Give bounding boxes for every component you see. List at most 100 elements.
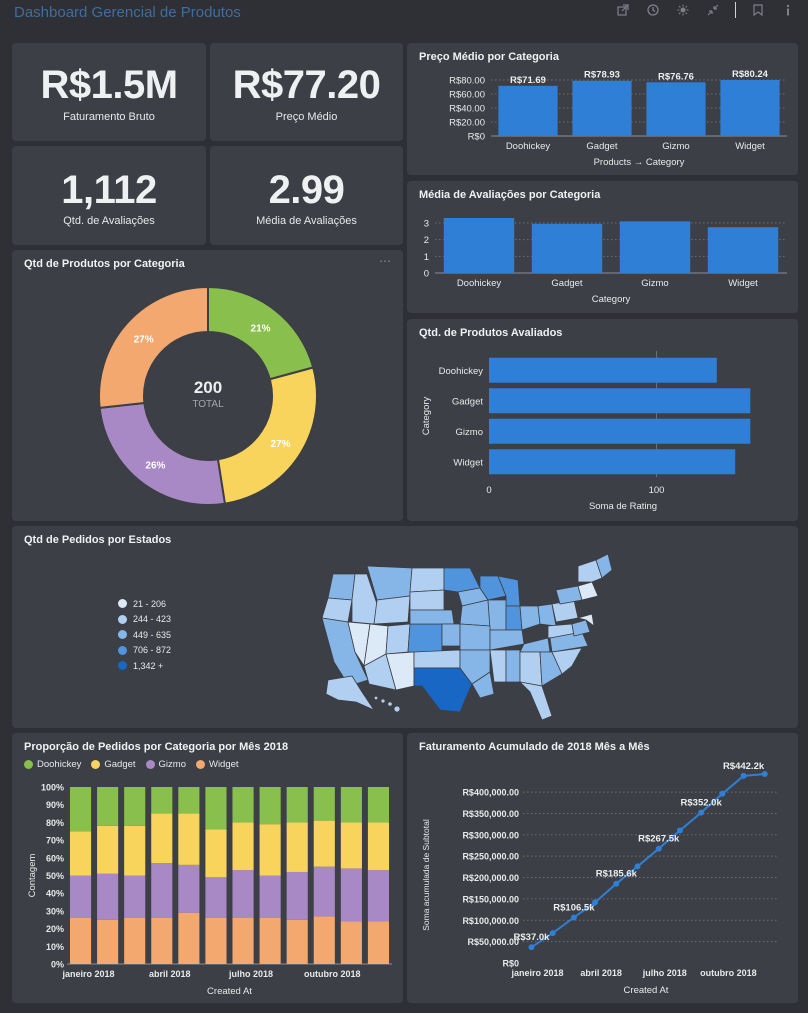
state-shape[interactable] <box>373 695 379 701</box>
state-shape[interactable] <box>443 567 481 593</box>
state-shape[interactable] <box>505 649 521 683</box>
state-shape[interactable] <box>487 599 507 631</box>
state-shape[interactable] <box>409 589 445 611</box>
bar-widget[interactable] <box>489 449 736 475</box>
stacked-segment-gadget[interactable] <box>286 822 308 872</box>
stacked-segment-gadget[interactable] <box>340 822 362 869</box>
state-shape[interactable] <box>385 623 411 655</box>
line-point[interactable] <box>655 845 662 852</box>
stacked-segment-gadget[interactable] <box>232 822 254 871</box>
stacked-segment-gadget[interactable] <box>124 825 146 876</box>
stacked-segment-widget[interactable] <box>178 912 200 964</box>
donut-slice-gizmo[interactable] <box>98 401 227 506</box>
collapse-icon[interactable] <box>705 2 721 18</box>
stacked-segment-doohickey[interactable] <box>151 787 173 814</box>
donut-slice-gadget[interactable] <box>216 366 318 505</box>
line-point[interactable] <box>570 914 577 921</box>
stacked-segment-doohickey[interactable] <box>205 787 227 830</box>
theme-icon[interactable] <box>675 2 691 18</box>
stacked-chart-card[interactable]: Proporção de Pedidos por Categoria por M… <box>12 733 403 1003</box>
line-point[interactable] <box>698 809 705 816</box>
stacked-segment-doohickey[interactable] <box>124 787 146 826</box>
kpi-card-avg-price[interactable]: R$77.20 Preço Médio <box>210 43 403 141</box>
kpi-card-revenue[interactable]: R$1.5M Faturamento Bruto <box>12 43 206 141</box>
bar-doohickey[interactable] <box>443 218 515 273</box>
stacked-segment-doohickey[interactable] <box>286 787 308 823</box>
state-shape[interactable] <box>505 605 523 631</box>
bar-gizmo[interactable] <box>619 221 691 273</box>
stacked-segment-gizmo[interactable] <box>97 873 119 920</box>
stacked-segment-doohickey[interactable] <box>313 787 335 821</box>
stacked-segment-gizmo[interactable] <box>313 866 335 917</box>
state-shape[interactable] <box>380 698 386 704</box>
line-point[interactable] <box>528 944 535 951</box>
state-shape[interactable] <box>519 651 543 687</box>
line-point[interactable] <box>549 930 556 937</box>
line-point[interactable] <box>613 880 620 887</box>
stacked-segment-widget[interactable] <box>367 921 390 964</box>
stacked-segment-gizmo[interactable] <box>205 877 227 918</box>
state-shape[interactable] <box>409 567 445 593</box>
line-point[interactable] <box>634 863 641 870</box>
line-point[interactable] <box>592 899 599 906</box>
info-icon[interactable] <box>780 2 796 18</box>
state-shape[interactable] <box>489 629 525 651</box>
stacked-segment-gizmo[interactable] <box>124 875 146 918</box>
bar-gadget[interactable] <box>572 80 632 136</box>
line-point[interactable] <box>761 771 768 778</box>
stacked-segment-gadget[interactable] <box>151 813 173 864</box>
state-shape[interactable] <box>555 585 583 605</box>
stacked-segment-gizmo[interactable] <box>232 870 254 918</box>
stacked-segment-gizmo[interactable] <box>367 870 390 922</box>
rating-chart-card[interactable]: Média de Avaliações por Categoria 0 1 2 3 Do… <box>407 181 798 313</box>
stacked-segment-gizmo[interactable] <box>259 875 281 918</box>
bookmark-icon[interactable] <box>750 2 766 18</box>
stacked-segment-gizmo[interactable] <box>286 871 308 920</box>
state-shape[interactable] <box>393 705 401 713</box>
line-point[interactable] <box>676 827 683 834</box>
stacked-segment-widget[interactable] <box>286 919 308 964</box>
state-shape[interactable] <box>571 619 591 637</box>
line-point[interactable] <box>740 772 747 779</box>
stacked-segment-gadget[interactable] <box>205 829 227 878</box>
map-card[interactable]: Qtd de Pedidos por Estados 21 - 206 244 -… <box>12 526 798 728</box>
state-shape[interactable] <box>459 623 491 651</box>
bar-widget[interactable] <box>707 227 779 273</box>
state-shape[interactable] <box>489 649 507 683</box>
share-icon[interactable] <box>615 2 631 18</box>
stacked-segment-widget[interactable] <box>69 917 92 964</box>
state-shape[interactable] <box>373 595 411 625</box>
state-shape[interactable] <box>413 667 473 713</box>
price-chart-card[interactable]: Preço Médio por Categoria R$0 R$20.00 R$40… <box>407 43 798 175</box>
bar-doohickey[interactable] <box>489 357 717 383</box>
stacked-segment-widget[interactable] <box>340 921 362 964</box>
bar-gizmo[interactable] <box>489 418 751 444</box>
bar-gadget[interactable] <box>489 388 751 414</box>
stacked-segment-widget[interactable] <box>205 917 227 964</box>
stacked-segment-widget[interactable] <box>259 917 281 964</box>
stacked-segment-doohickey[interactable] <box>97 787 119 826</box>
donut-slice-widget[interactable] <box>98 285 209 409</box>
stacked-segment-widget[interactable] <box>313 916 335 964</box>
kpi-card-avg-rating[interactable]: 2.99 Média de Avaliações <box>210 146 403 245</box>
stacked-segment-widget[interactable] <box>124 917 146 964</box>
bar-gizmo[interactable] <box>646 82 706 136</box>
stacked-segment-doohickey[interactable] <box>259 787 281 825</box>
stacked-segment-gizmo[interactable] <box>178 864 200 913</box>
stacked-segment-widget[interactable] <box>151 917 173 964</box>
line-point[interactable] <box>719 790 726 797</box>
us-states-map[interactable] <box>12 526 798 728</box>
line-series[interactable] <box>530 773 765 949</box>
state-shape[interactable] <box>407 623 443 653</box>
state-shape[interactable] <box>327 573 356 601</box>
state-shape[interactable] <box>519 605 541 631</box>
stacked-segment-doohickey[interactable] <box>69 787 92 832</box>
stacked-segment-gadget[interactable] <box>367 822 390 871</box>
state-shape[interactable] <box>409 609 455 625</box>
bar-widget[interactable] <box>720 80 780 136</box>
state-shape[interactable] <box>518 681 553 721</box>
stacked-segment-gizmo[interactable] <box>340 868 362 922</box>
stacked-segment-doohickey[interactable] <box>367 787 390 823</box>
cumulative-chart-card[interactable]: Faturamento Acumulado de 2018 Mês a Mês … <box>407 733 798 1003</box>
stacked-segment-widget[interactable] <box>232 917 254 964</box>
